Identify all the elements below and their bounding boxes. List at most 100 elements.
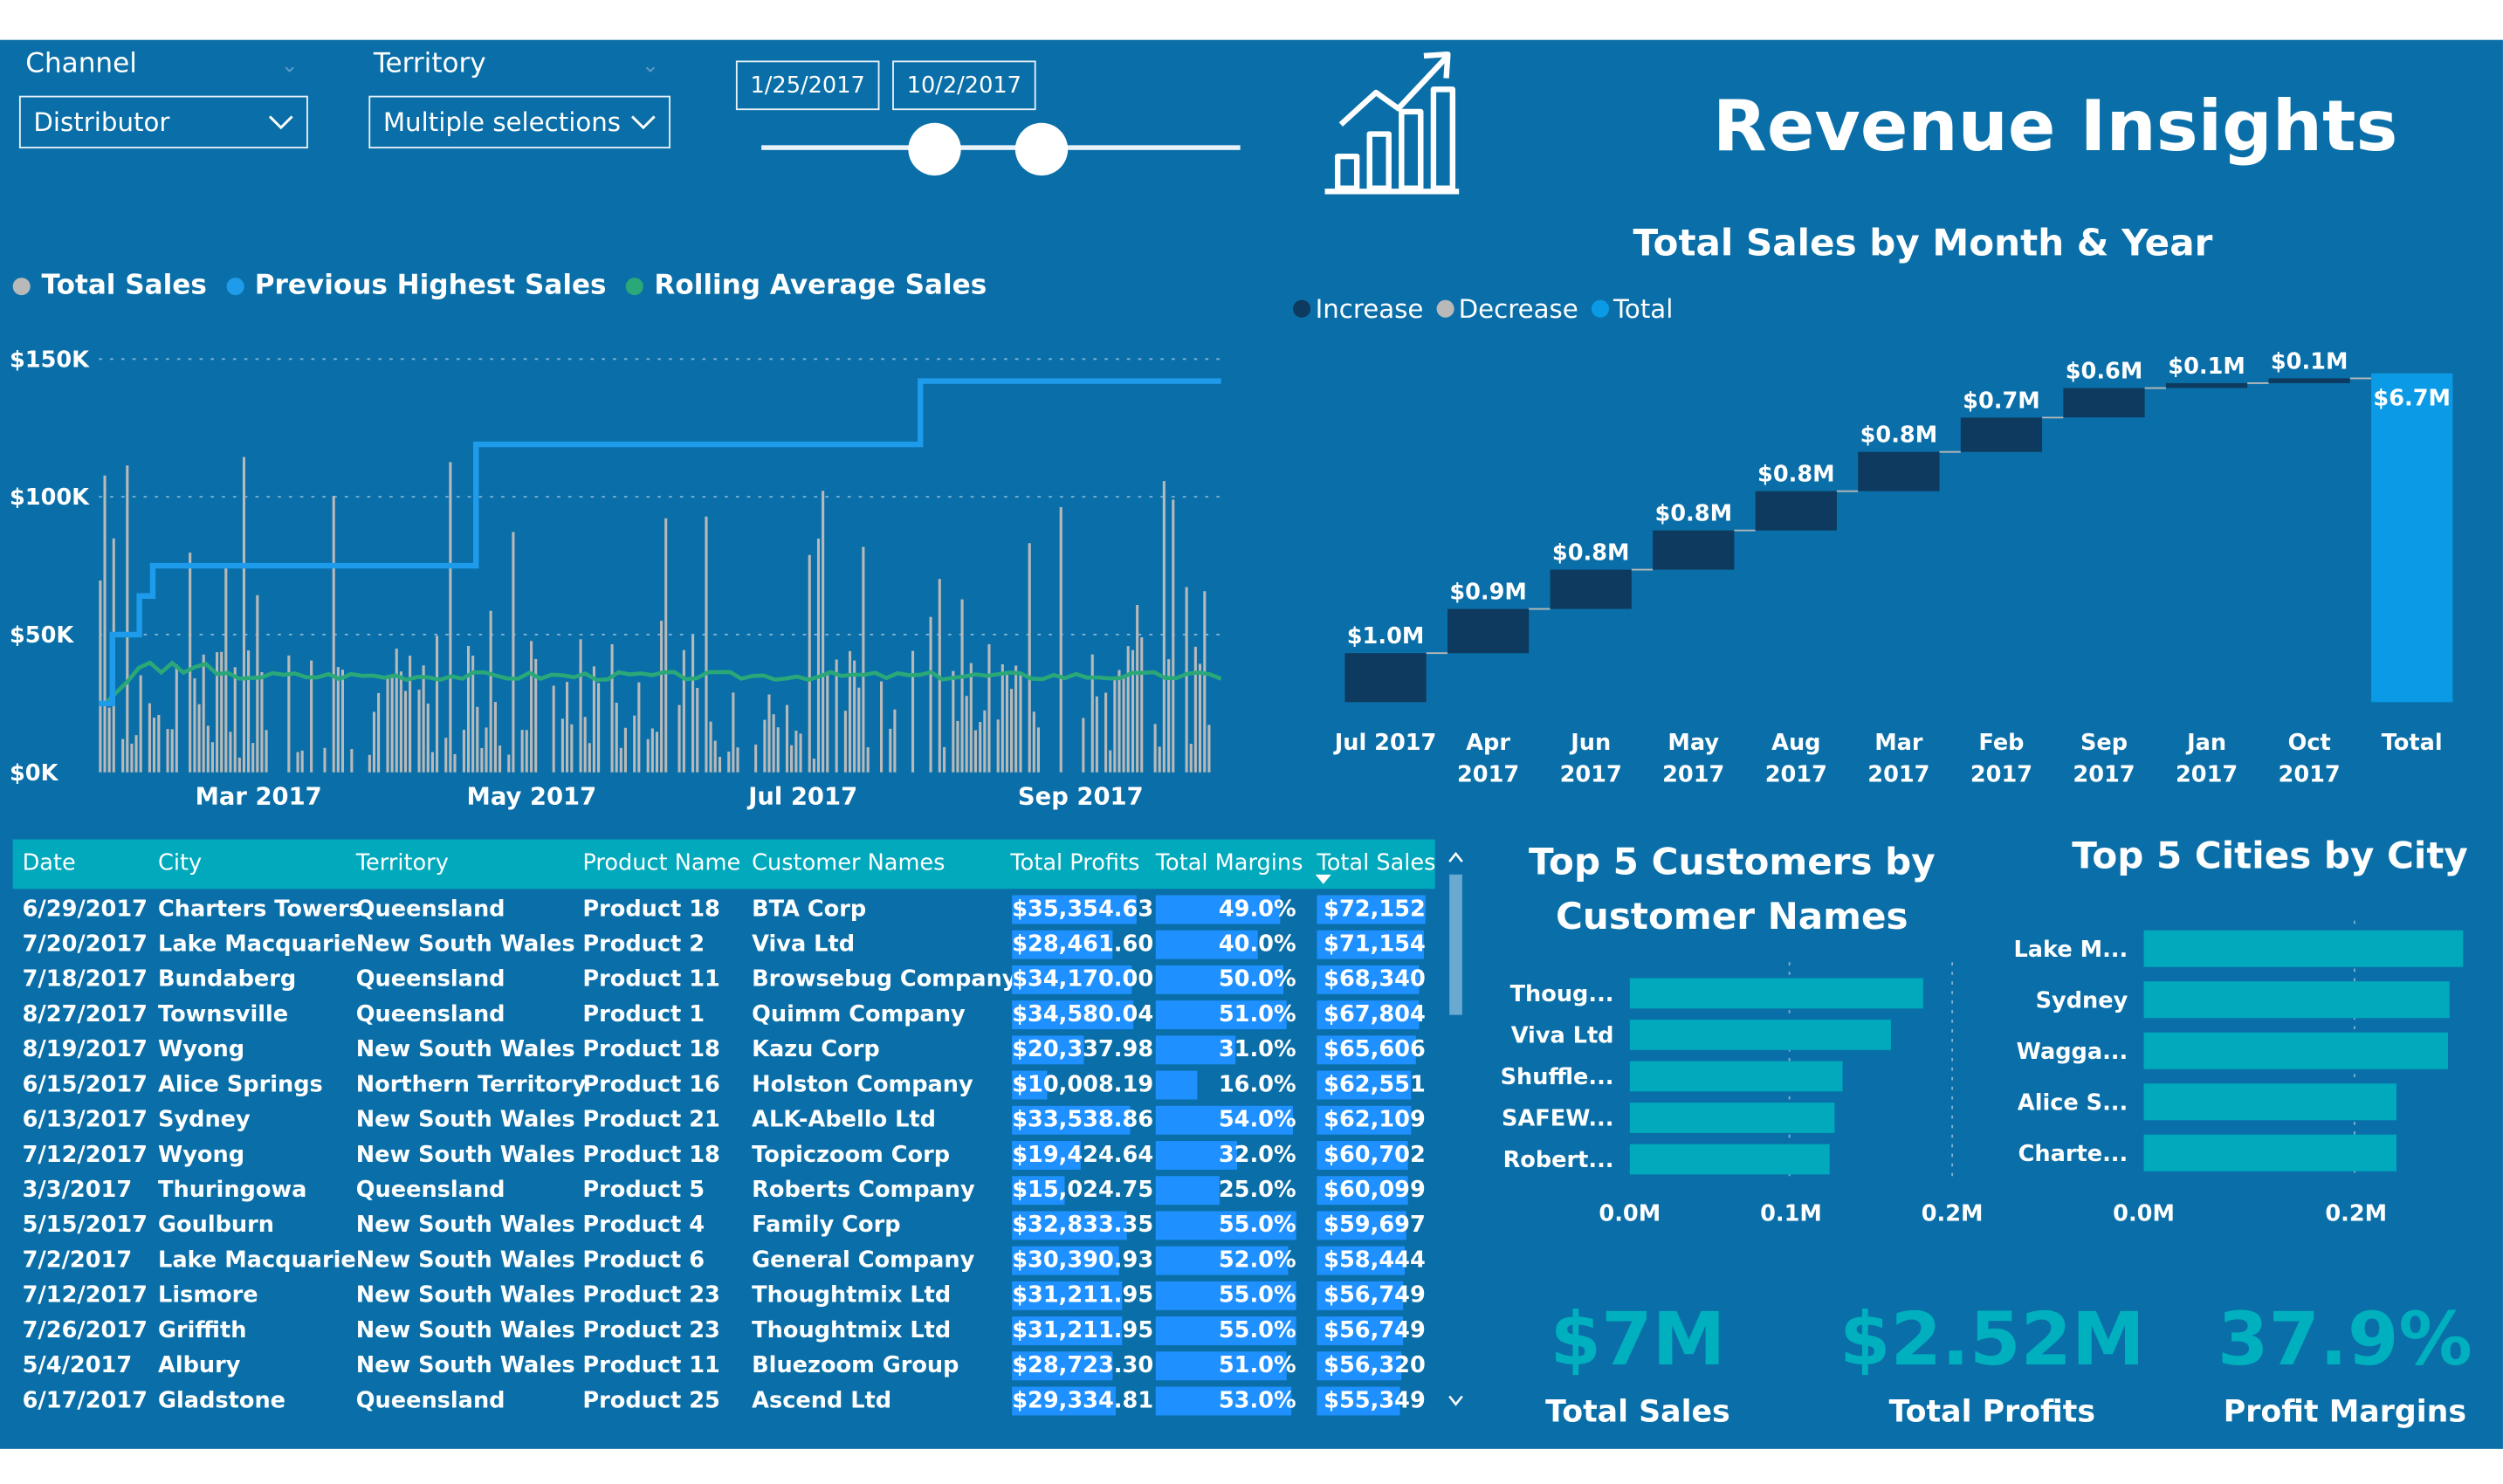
column-header-customer[interactable]: Customer Names (752, 840, 945, 890)
waterfall-bar[interactable] (1858, 451, 1940, 491)
kpi-total-profits-value: $2.52M (1839, 1295, 2145, 1383)
cell-date: 8/19/2017 (22, 1037, 148, 1063)
bar[interactable] (2143, 930, 2464, 967)
table-row[interactable]: 8/27/2017 Townsville Queensland Product 1 Qu… (13, 998, 1435, 1033)
table-row[interactable]: 7/18/2017 Bundaberg Queensland Product 11 Br… (13, 962, 1435, 997)
total-sales-bar (489, 610, 492, 773)
table-row[interactable]: 6/15/2017 Alice Springs Northern Territory… (13, 1068, 1435, 1103)
cell-city: Wyong (158, 1142, 245, 1169)
bar[interactable] (1629, 978, 1923, 1009)
total-sales-bar (1005, 671, 1008, 773)
cell-territory: New South Wales (355, 1037, 575, 1063)
legend-increase[interactable]: Increase (1316, 293, 1424, 324)
waterfall-bar[interactable] (2165, 382, 2248, 388)
legend-decrease[interactable]: Decrease (1459, 293, 1578, 324)
table-row[interactable]: 7/20/2017 Lake Macquarie New South Wales Pr… (13, 927, 1435, 962)
table-row[interactable]: 5/15/2017 Goulburn New South Wales Product … (13, 1208, 1435, 1243)
legend-total-sales[interactable]: Total Sales (42, 270, 207, 302)
table-row[interactable]: 6/17/2017 Gladstone Queensland Product 25 As… (13, 1384, 1435, 1419)
total-sales-bar (619, 747, 622, 773)
total-sales-bar (233, 667, 237, 773)
waterfall-bar[interactable] (1550, 569, 1632, 609)
waterfall-bar[interactable] (1960, 417, 2043, 452)
date-slider-end-handle[interactable] (1014, 122, 1069, 176)
bar[interactable] (1629, 1103, 1835, 1133)
cell-customer: BTA Corp (752, 897, 867, 923)
column-header-date[interactable]: Date (23, 840, 76, 890)
column-header-profits[interactable]: Total Profits (1010, 840, 1139, 890)
bar[interactable] (1629, 1020, 1891, 1050)
scroll-thumb[interactable] (1449, 874, 1462, 1015)
bar[interactable] (2143, 1134, 2396, 1171)
total-sales-bar (862, 546, 865, 773)
scroll-down-icon[interactable] (1445, 1388, 1468, 1411)
sort-descending-icon[interactable] (1315, 874, 1335, 886)
table-row[interactable]: 7/12/2017 Lismore New South Wales Product 2… (13, 1278, 1435, 1313)
total-sales-bar (646, 739, 650, 773)
table-row[interactable]: 8/19/2017 Wyong New South Wales Product 18 K… (13, 1033, 1435, 1068)
legend-dot-rolling-average (625, 277, 643, 295)
channel-dropdown[interactable]: Distributor (18, 95, 308, 149)
table-row[interactable]: 3/3/2017 Thuringowa Queensland Product 5 Rob… (13, 1173, 1435, 1208)
table-row[interactable]: 6/13/2017 Sydney New South Wales Product 21… (13, 1103, 1435, 1137)
waterfall-bar[interactable] (1653, 530, 1735, 570)
total-sales-bar (893, 709, 897, 773)
waterfall-bar[interactable] (1344, 653, 1427, 703)
bar[interactable] (2143, 1083, 2396, 1121)
legend-rolling-average[interactable]: Rolling Average Sales (654, 270, 987, 302)
scroll-up-icon[interactable] (1445, 848, 1468, 870)
total-sales-bar (372, 711, 376, 773)
column-header-city[interactable]: City (158, 840, 202, 890)
column-header-territory[interactable]: Territory (356, 840, 449, 890)
start-date-input[interactable]: 1/25/2017 (735, 60, 880, 111)
total-sales-bar (718, 757, 722, 773)
bar[interactable] (2143, 1032, 2449, 1069)
waterfall-data-label: $0.8M (1654, 501, 1732, 527)
total-sales-bar (1203, 591, 1207, 773)
y-tick-label: $0K (10, 760, 59, 787)
total-sales-bar (655, 732, 659, 773)
cell-customer: Topiczoom Corp (752, 1142, 951, 1169)
cell-territory: Queensland (355, 1001, 505, 1028)
total-sales-bar (583, 717, 587, 773)
date-slider-start-handle[interactable] (908, 122, 961, 176)
waterfall-bar[interactable] (2063, 388, 2145, 418)
total-sales-bar (983, 710, 987, 773)
bar[interactable] (1629, 1144, 1830, 1175)
bar[interactable] (1629, 1061, 1843, 1092)
cell-profit: $28,723.30 (1012, 1353, 1154, 1379)
table-row[interactable]: 7/26/2017 Griffith New South Wales Product … (13, 1313, 1435, 1348)
waterfall-bar[interactable] (2371, 373, 2453, 703)
bar[interactable] (2143, 981, 2450, 1019)
waterfall-bar[interactable] (1755, 491, 1837, 531)
table-row[interactable]: 7/2/2017 Lake Macquarie New South Wales Pro… (13, 1243, 1435, 1278)
table-row[interactable]: 5/4/2017 Albury New South Wales Product 11 B… (13, 1349, 1435, 1384)
end-date-input[interactable]: 10/2/2017 (892, 60, 1036, 111)
cell-margin: 40.0% (1218, 931, 1296, 958)
territory-dropdown[interactable]: Multiple selections (368, 95, 670, 149)
column-header-sales[interactable]: Total Sales (1317, 840, 1435, 890)
x-tick-label: 0.1M (1760, 1200, 1822, 1226)
column-header-margins[interactable]: Total Margins (1156, 840, 1303, 890)
waterfall-bar[interactable] (2268, 378, 2350, 383)
table-row[interactable]: 7/12/2017 Wyong New South Wales Product 18 T… (13, 1137, 1435, 1172)
cell-city: Sydney (158, 1107, 251, 1133)
chevron-down-icon[interactable]: ⌄ (642, 54, 659, 78)
date-slider-track[interactable] (761, 145, 1241, 150)
total-sales-bar (170, 729, 174, 773)
legend-total[interactable]: Total (1613, 293, 1673, 324)
column-header-product[interactable]: Product Name (582, 840, 740, 890)
waterfall-bar[interactable] (1447, 608, 1530, 654)
table-scrollbar[interactable] (1445, 846, 1468, 1414)
total-sales-bar (826, 671, 829, 773)
category-label: Lake M... (2013, 937, 2128, 963)
legend-previous-highest[interactable]: Previous Highest Sales (255, 270, 607, 302)
cell-product: Product 23 (582, 1282, 720, 1309)
table-row[interactable]: 6/29/2017 Charters Towers Queensland Produc… (13, 892, 1435, 927)
cell-customer: Thoughtmix Ltd (752, 1317, 952, 1344)
total-sales-bar (480, 747, 484, 773)
cell-city: Griffith (158, 1317, 247, 1344)
total-sales-bar (736, 747, 739, 773)
total-sales-bar (260, 671, 264, 773)
chevron-down-icon[interactable]: ⌄ (281, 54, 299, 78)
